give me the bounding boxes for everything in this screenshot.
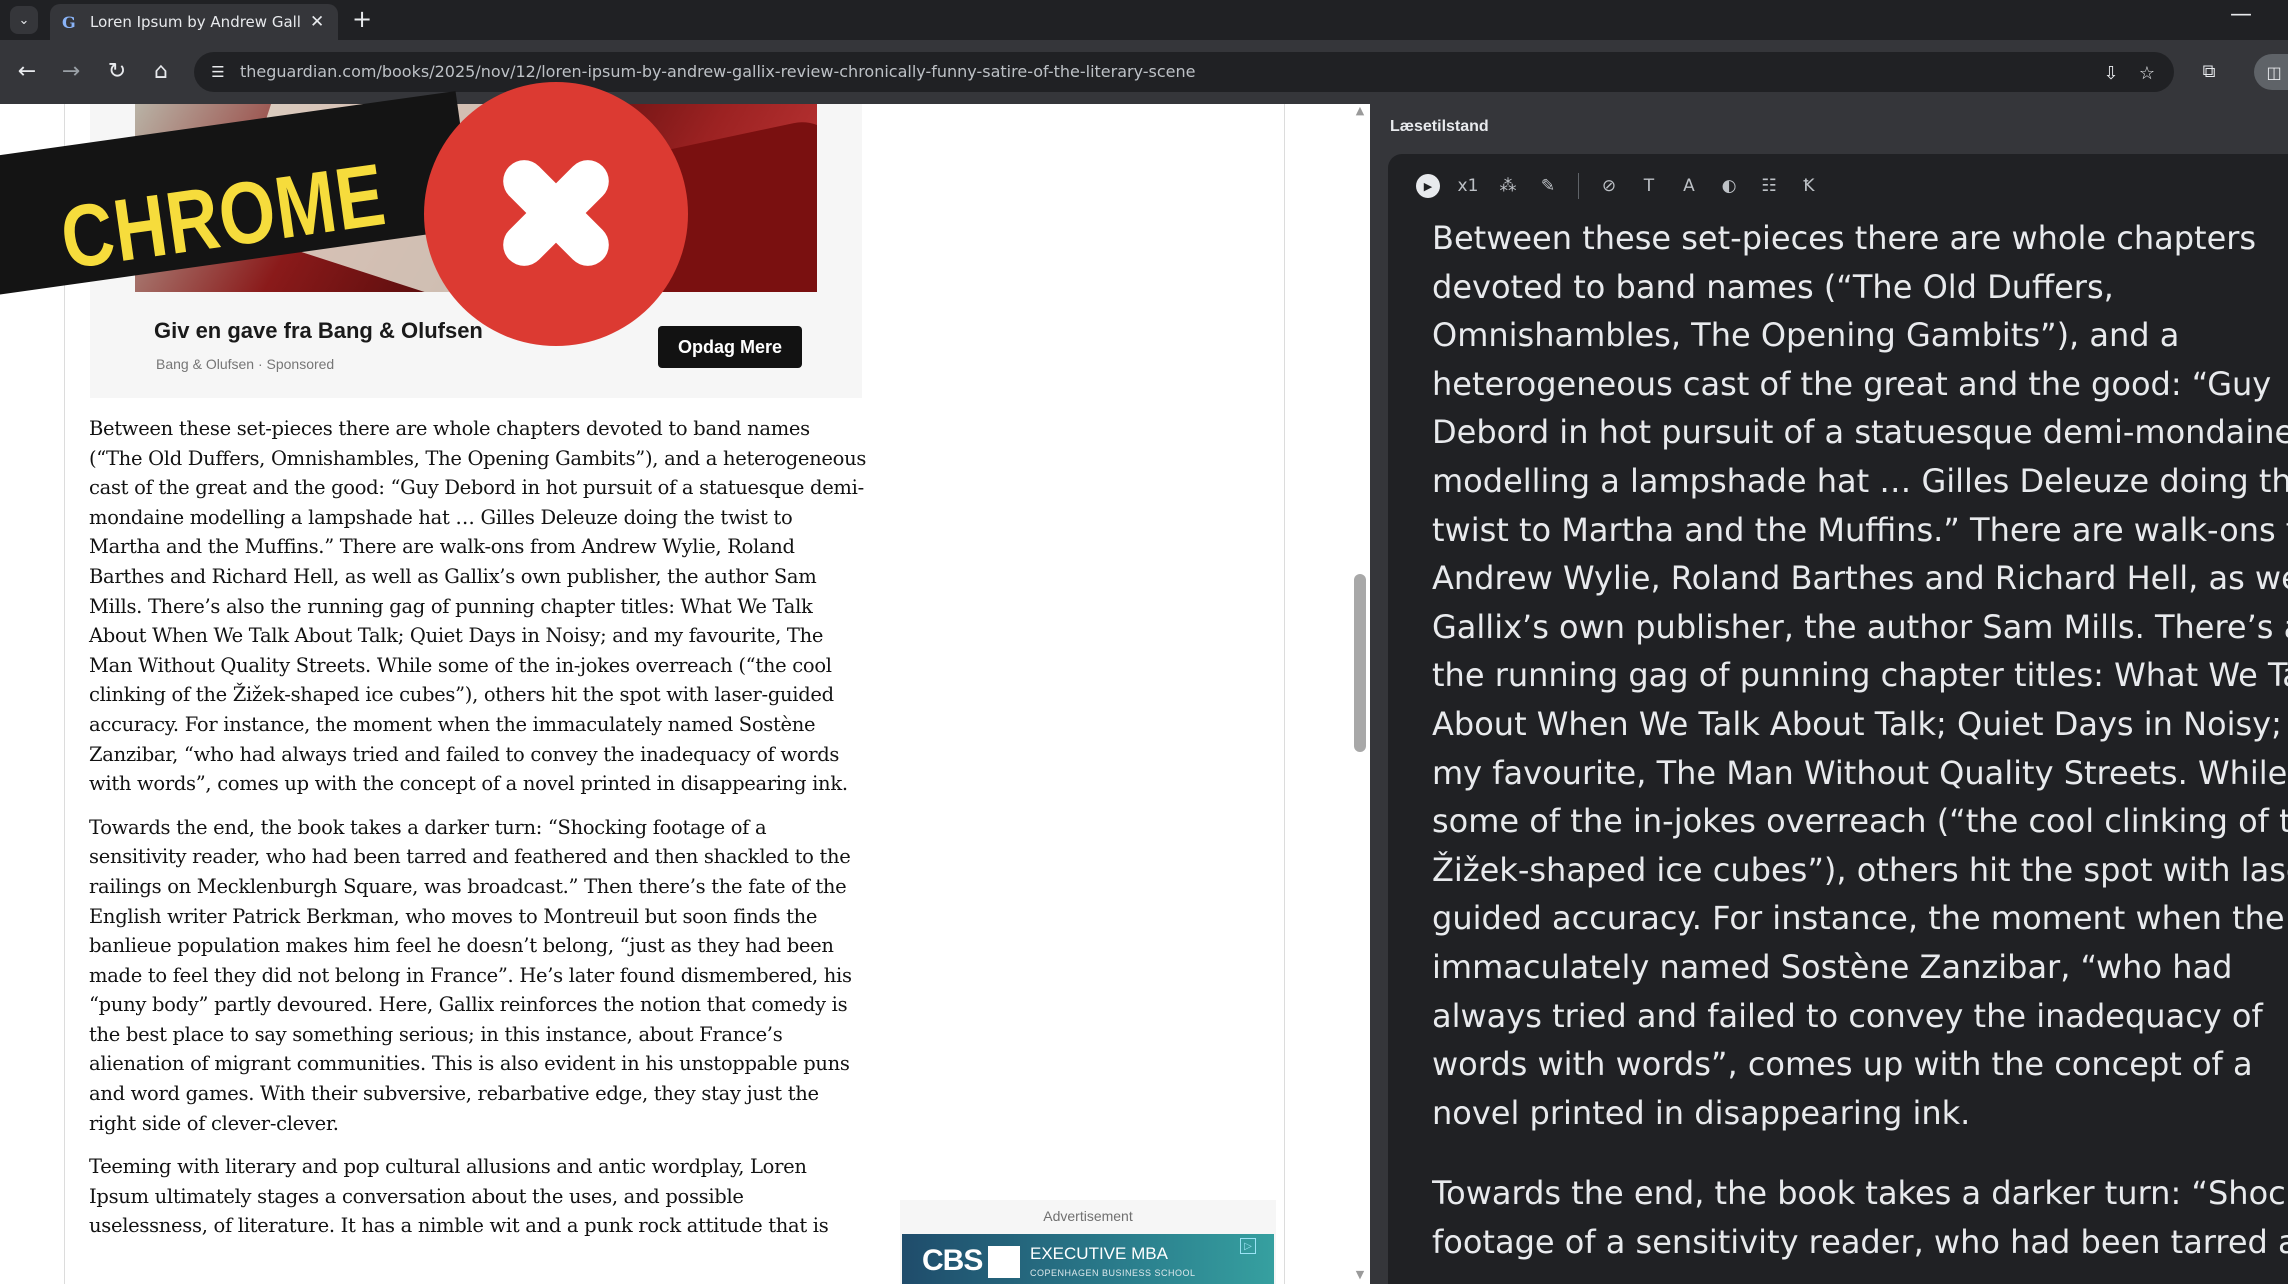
reading-mode-panel: Læsetilstand ▶ x1 ⁂ ✎ ⊘ T A ◐ ☷ Ꝁ Betwee… <box>1370 104 2288 1284</box>
reading-line: Gallix’s own publisher, the author Sam M… <box>1432 607 2288 646</box>
cbs-mark-icon <box>988 1246 1020 1278</box>
side-panel-icon[interactable]: ◫ <box>2254 54 2288 90</box>
tab-search-icon[interactable]: ⌄ <box>10 6 38 34</box>
speed-button[interactable]: x1 <box>1448 168 1488 204</box>
reading-paragraph: Towards the end, the book takes a darker… <box>1432 1169 2288 1266</box>
reading-line: immaculately named Sostène Zanzibar, “wh… <box>1432 947 2233 986</box>
panel-title: Læsetilstand <box>1390 118 1489 135</box>
tab-guardian-review[interactable]: G Loren Ipsum by Andrew Gallix r ✕ <box>50 4 338 40</box>
bookmark-star-icon[interactable]: ☆ <box>2134 60 2160 86</box>
minimize-button[interactable]: — <box>2230 2 2252 27</box>
reading-line: Andrew Wylie, Roland Barthes and Richard… <box>1432 559 2288 598</box>
article-paragraph: Towards the end, the book takes a darker… <box>89 815 852 1135</box>
scroll-up-icon[interactable]: ▲ <box>1353 104 1367 118</box>
x-mark-icon <box>424 82 688 346</box>
reading-line: footage of a sensitivity reader, who had… <box>1432 1222 2288 1261</box>
cbs-logo: CBS <box>922 1244 983 1277</box>
line-spacing-icon[interactable]: Ꝁ <box>1789 168 1829 204</box>
reload-icon[interactable]: ↻ <box>100 54 134 88</box>
reading-mode-toolbar: ▶ x1 ⁂ ✎ ⊘ T A ◐ ☷ Ꝁ <box>1408 166 1829 206</box>
back-icon[interactable]: ← <box>10 54 44 88</box>
spacing-icon[interactable]: ☷ <box>1749 168 1789 204</box>
scroll-down-icon[interactable]: ▼ <box>1353 1268 1367 1282</box>
reading-line: About When We Talk About Talk; Quiet Day… <box>1432 704 2288 743</box>
article-page: Giv en gave fra Bang & Olufsen Bang & Ol… <box>0 104 1370 1284</box>
adchoices-icon[interactable]: ▷ <box>1240 1238 1256 1254</box>
reading-line: my favourite, The Man Without Quality St… <box>1432 753 2288 792</box>
cbs-banner-ad[interactable]: CBS EXECUTIVE MBA COPENHAGEN BUSINESS SC… <box>902 1234 1274 1284</box>
guardian-favicon-icon: G <box>62 12 76 32</box>
reading-paragraph: Between these set-pieces there are whole… <box>1432 214 2288 1137</box>
reading-line: heterogeneous cast of the great and the … <box>1432 364 2272 403</box>
reading-line: Between these set-pieces there are whole… <box>1432 219 2257 257</box>
url-text[interactable]: theguardian.com/books/2025/nov/12/loren-… <box>240 62 1196 81</box>
reading-line: Towards the end, the book takes a darker… <box>1432 1174 2288 1213</box>
reading-line: words with words”, comes up with the con… <box>1432 1045 2253 1084</box>
reading-line: always tried and failed to convey the in… <box>1432 996 2263 1035</box>
scrollbar-thumb[interactable] <box>1354 574 1366 752</box>
tab-strip: ⌄ G Loren Ipsum by Andrew Gallix r ✕ + — <box>0 0 2288 40</box>
ad-subtitle: COPENHAGEN BUSINESS SCHOOL <box>1030 1268 1196 1278</box>
reading-mode-content: ▶ x1 ⁂ ✎ ⊘ T A ◐ ☷ Ꝁ Between these set-p… <box>1388 154 2288 1284</box>
install-app-icon[interactable]: ⇩ <box>2098 60 2124 86</box>
tab-title: Loren Ipsum by Andrew Gallix r <box>90 13 300 31</box>
reading-line: modelling a lampshade hat … Gilles Deleu… <box>1432 461 2288 500</box>
font-icon[interactable]: A <box>1669 168 1709 204</box>
link-icon[interactable]: ⊘ <box>1589 168 1629 204</box>
ad-headline[interactable]: Giv en gave fra Bang & Olufsen <box>154 318 483 344</box>
reading-line: Debord in hot pursuit of a statuesque de… <box>1432 413 2288 452</box>
voice-icon[interactable]: ⁂ <box>1488 168 1528 204</box>
highlight-icon[interactable]: ✎ <box>1528 168 1568 204</box>
reading-line: Omnishambles, The Opening Gambits”), and… <box>1432 316 2180 355</box>
article-paragraph: Teeming with literary and pop cultural a… <box>89 1155 829 1238</box>
article-body: Between these set-pieces there are whole… <box>89 414 867 1255</box>
ad-cta-button[interactable]: Opdag Mere <box>658 326 802 368</box>
browser-toolbar: ← → ↻ ⌂ ☰ theguardian.com/books/2025/nov… <box>0 40 2288 104</box>
ad-title: EXECUTIVE MBA <box>1030 1244 1168 1263</box>
advertisement-label: Advertisement <box>1043 1208 1133 1224</box>
text-size-icon[interactable]: T <box>1629 168 1669 204</box>
advertisement-slot[interactable]: Advertisement CBS EXECUTIVE MBA COPENHAG… <box>900 1200 1276 1284</box>
reading-mode-text: Between these set-pieces there are whole… <box>1432 214 2288 1284</box>
reading-line: guided accuracy. For instance, the momen… <box>1432 899 2285 938</box>
theme-icon[interactable]: ◐ <box>1709 168 1749 204</box>
reading-line: twist to Martha and the Muffins.” There … <box>1432 510 2288 549</box>
reading-line: devoted to band names (“The Old Duffers, <box>1432 267 2114 306</box>
home-icon[interactable]: ⌂ <box>144 54 178 88</box>
reading-line: novel printed in disappearing ink. <box>1432 1093 1971 1132</box>
site-info-icon[interactable]: ☰ <box>206 60 230 84</box>
article-paragraph: Between these set-pieces there are whole… <box>89 417 867 796</box>
toolbar-separator <box>1578 173 1579 199</box>
close-icon[interactable]: ✕ <box>310 12 324 32</box>
reading-line: the running gag of punning chapter title… <box>1432 656 2288 695</box>
play-button[interactable]: ▶ <box>1408 168 1448 204</box>
extensions-icon[interactable]: ⧉ <box>2192 54 2226 88</box>
reading-line: Žižek-shaped ice cubes”), others hit the… <box>1432 850 2288 889</box>
reading-line: some of the in-jokes overreach (“the coo… <box>1432 802 2288 841</box>
address-bar[interactable]: ☰ theguardian.com/books/2025/nov/12/lore… <box>194 52 2174 92</box>
column-divider <box>1284 104 1285 1284</box>
play-icon: ▶ <box>1416 174 1440 198</box>
new-tab-button[interactable]: + <box>352 5 372 33</box>
forward-icon[interactable]: → <box>54 54 88 88</box>
ad-sponsor-label: Bang & Olufsen · Sponsored <box>156 356 335 372</box>
